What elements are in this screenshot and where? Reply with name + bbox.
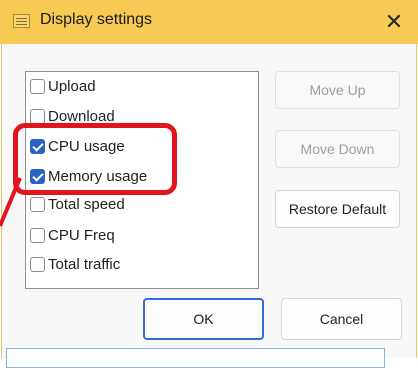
annotation-callout-line bbox=[0, 177, 22, 227]
annotation-caption-box bbox=[6, 348, 385, 368]
display-settings-dialog: Display settings ✕ Upload Download CPU u… bbox=[0, 0, 418, 368]
annotation-pointer bbox=[0, 177, 22, 227]
